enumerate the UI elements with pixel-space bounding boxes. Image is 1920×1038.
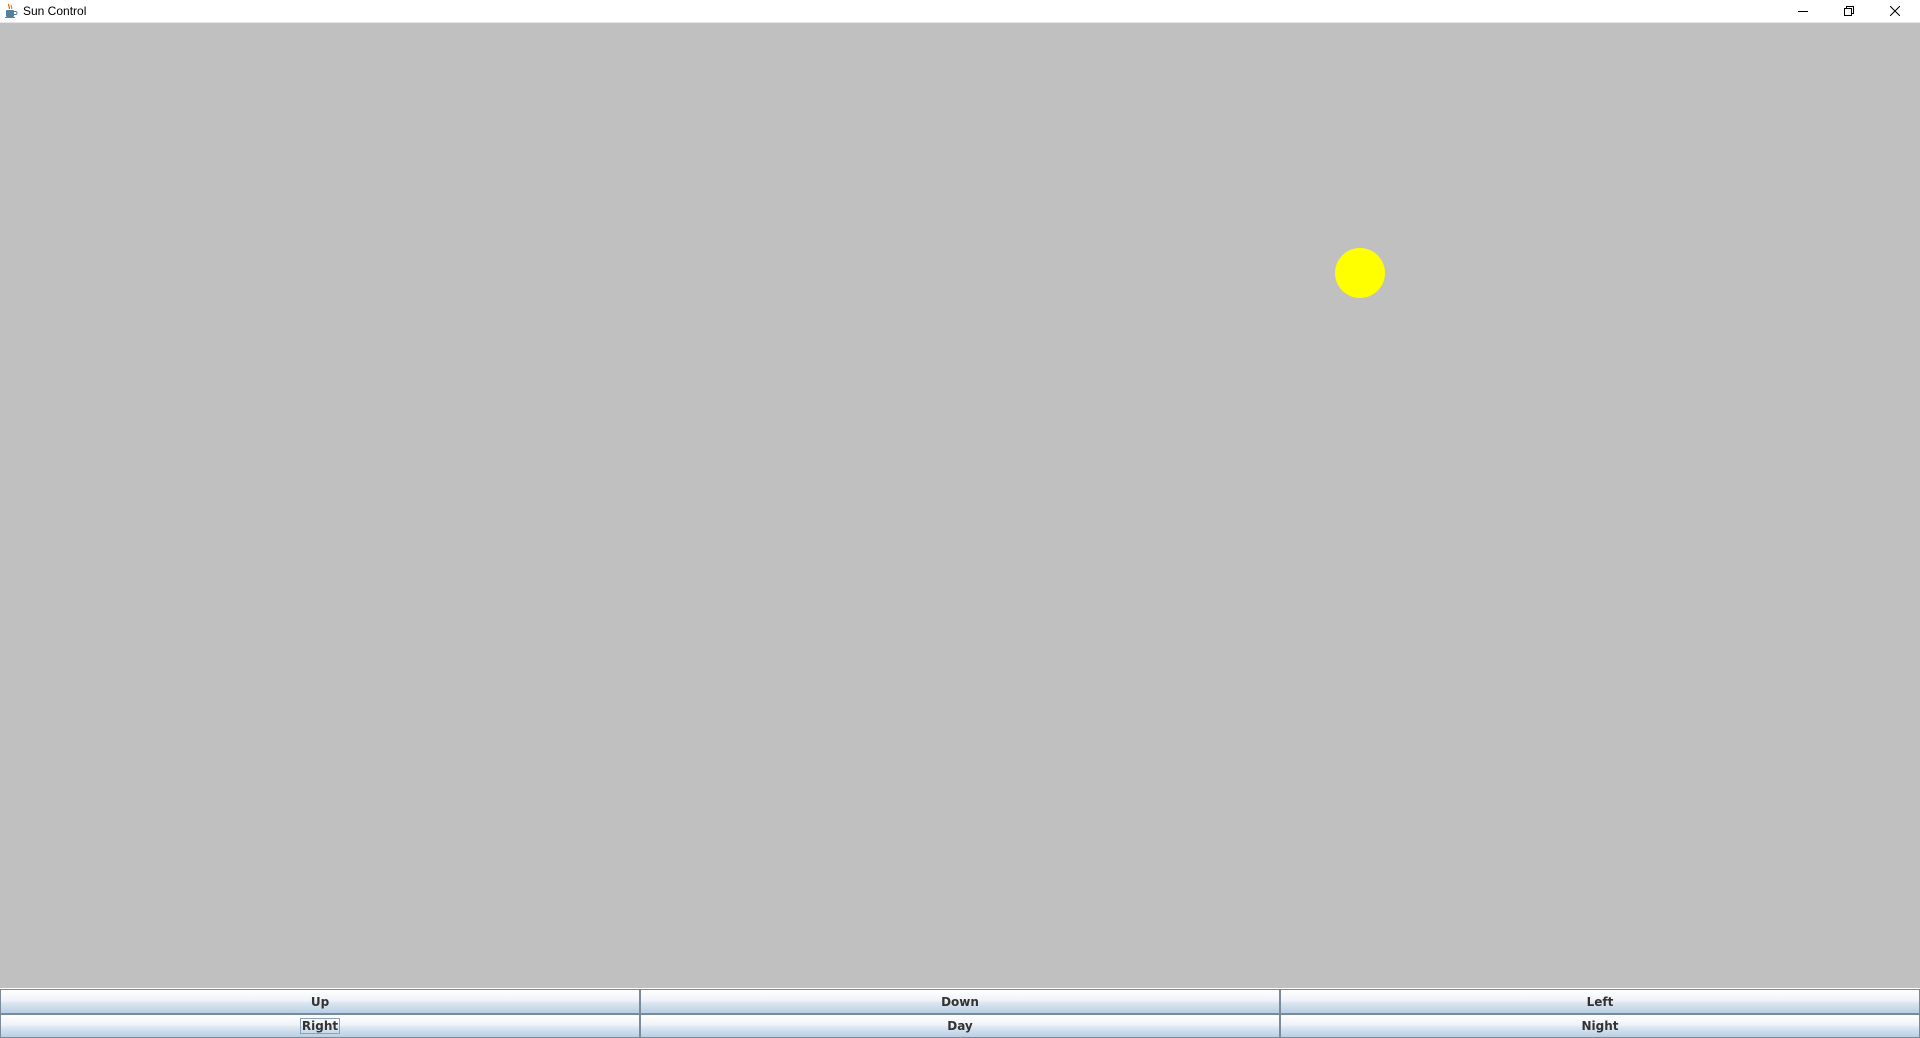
up-button[interactable]: Up <box>0 989 640 1014</box>
minimize-button[interactable] <box>1780 0 1826 22</box>
title-bar[interactable]: Sun Control <box>0 0 1920 23</box>
night-button[interactable]: Night <box>1280 1014 1920 1038</box>
java-cup-icon <box>3 3 19 19</box>
sky-canvas <box>0 23 1920 988</box>
right-button[interactable]: Right <box>0 1014 640 1038</box>
sun <box>1335 248 1385 298</box>
close-icon <box>1890 6 1900 16</box>
left-button[interactable]: Left <box>1280 989 1920 1014</box>
day-button[interactable]: Day <box>640 1014 1280 1038</box>
night-button-label: Night <box>1581 1019 1619 1033</box>
control-panel: Up Down Left Right Day Night <box>0 989 1920 1038</box>
left-button-label: Left <box>1586 994 1614 1009</box>
minimize-icon <box>1798 6 1808 16</box>
day-button-label: Day <box>947 1019 973 1033</box>
down-button[interactable]: Down <box>640 989 1280 1014</box>
restore-button[interactable] <box>1826 0 1872 22</box>
window-title: Sun Control <box>23 4 87 18</box>
app-window: Sun Control Up Down Left Right Day Night <box>0 0 1920 1038</box>
up-button-label: Up <box>310 994 330 1009</box>
restore-icon <box>1844 6 1854 16</box>
close-button[interactable] <box>1872 0 1918 22</box>
right-button-label: Right <box>299 1018 341 1034</box>
down-button-label: Down <box>941 994 979 1009</box>
